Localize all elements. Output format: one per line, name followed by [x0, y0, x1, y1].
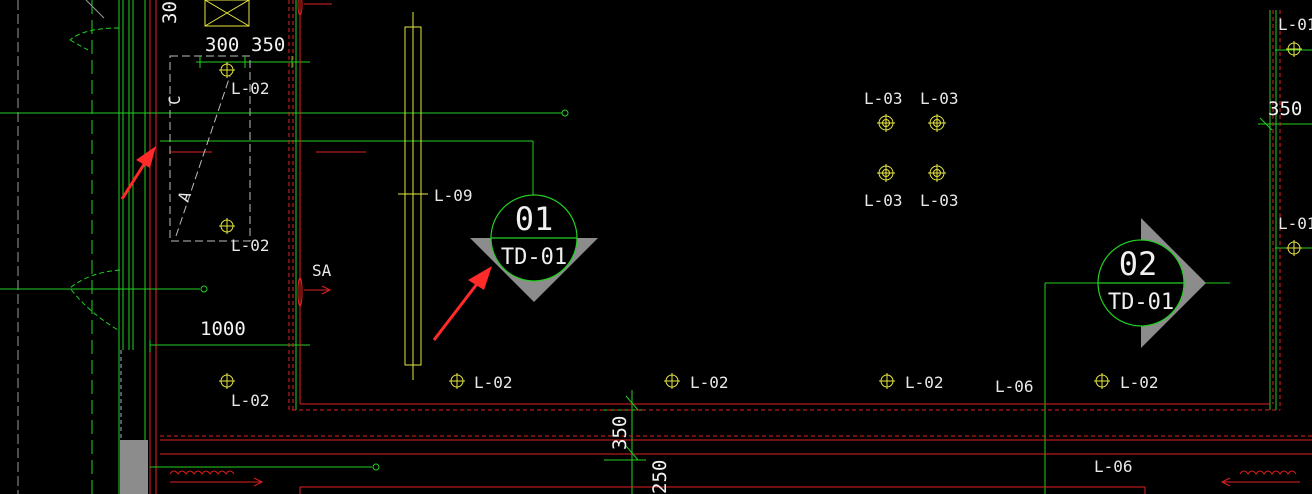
label-l02-a: L-02 — [231, 79, 270, 98]
fixture-l01-top[interactable] — [1286, 41, 1302, 57]
section-marker-02[interactable]: 02 TD-01 — [1097, 218, 1206, 348]
dim-350-right: 350 — [1268, 98, 1302, 120]
fixture-l02-g[interactable] — [1094, 373, 1110, 389]
dim-1000: 1000 — [200, 318, 246, 340]
fixture-l02-d[interactable] — [449, 373, 465, 389]
fixture-l02-f[interactable] — [879, 373, 895, 389]
label-l01-mid: L-01 — [1278, 214, 1312, 233]
label-l02-d: L-02 — [474, 373, 513, 392]
section-marker-02-number: 02 — [1119, 245, 1158, 283]
section-marker-02-sheet: TD-01 — [1108, 290, 1174, 315]
dim-350-bottom: 350 — [609, 416, 631, 450]
label-l03-bl: L-03 — [864, 191, 903, 210]
cad-drawing-canvas[interactable]: C A 30 300 350 1000 350 350 250 L-09 L-0… — [0, 0, 1312, 494]
fixture-l01-mid[interactable] — [1286, 240, 1302, 256]
label-l03-br: L-03 — [920, 191, 959, 210]
section-marker-01-sheet: TD-01 — [501, 245, 567, 270]
section-marker-01-number: 01 — [515, 200, 554, 238]
label-l03-tl: L-03 — [864, 89, 903, 108]
fixture-l03-br[interactable] — [928, 164, 946, 182]
fixture-l03-tr[interactable] — [928, 114, 946, 132]
label-l01-top: L-01 — [1278, 15, 1312, 34]
fixture-l02-a[interactable] — [219, 62, 235, 78]
label-l02-e: L-02 — [690, 373, 729, 392]
fixture-l02-e[interactable] — [664, 373, 680, 389]
annotation-arrow-column — [120, 146, 156, 200]
label-l09: L-09 — [434, 186, 473, 205]
c-mark: C — [165, 95, 184, 105]
top-box-x — [204, 0, 250, 27]
label-l06-b: L-06 — [1094, 457, 1133, 476]
label-l02-f: L-02 — [905, 373, 944, 392]
fixture-l03-tl[interactable] — [877, 114, 895, 132]
a-mark: A — [174, 188, 195, 204]
label-l06-a: L-06 — [995, 377, 1034, 396]
fixture-l02-c[interactable] — [219, 373, 235, 389]
dim-350-top: 350 — [251, 34, 285, 56]
dim-300: 300 — [205, 34, 239, 56]
l09-column — [398, 12, 428, 380]
label-sa: SA — [312, 261, 332, 280]
dim-250-bottom: 250 — [649, 460, 671, 494]
dimension-ticks — [149, 56, 1273, 461]
dim-30-partial: 30 — [159, 1, 181, 24]
green-guide-lines — [0, 0, 1312, 494]
label-l02-b: L-02 — [231, 236, 270, 255]
label-l02-c: L-02 — [231, 391, 270, 410]
section-marker-01[interactable]: 01 TD-01 — [470, 194, 598, 302]
label-l02-g: L-02 — [1120, 373, 1159, 392]
annotation-arrow-marker — [432, 266, 492, 341]
fixture-l03-bl[interactable] — [877, 164, 895, 182]
fixture-l02-b[interactable] — [219, 218, 235, 234]
label-l03-tr: L-03 — [920, 89, 959, 108]
left-structure — [17, 0, 157, 494]
